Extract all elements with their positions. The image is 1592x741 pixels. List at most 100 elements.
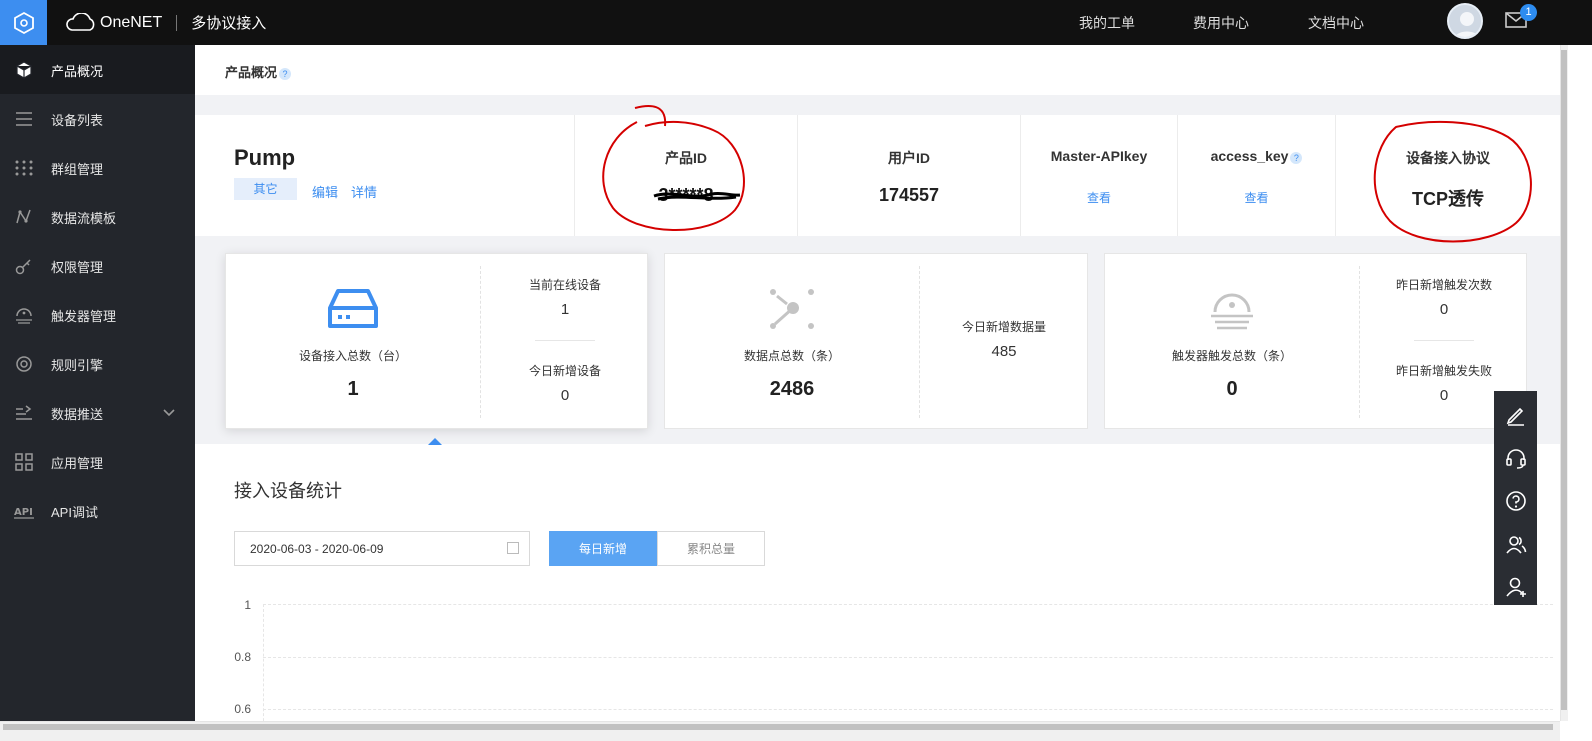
sidebar: 产品概况 设备列表 群组管理 数据流模板 权限管理 触发器管理 规则引擎 数据推… [0,45,195,741]
product-id-label: 产品ID [665,150,707,166]
user-avatar[interactable] [1447,3,1483,39]
trigger-icon [1211,293,1253,330]
date-range-picker[interactable]: 2020-06-03 - 2020-06-09 [234,531,530,566]
chart-gridline [263,604,1553,605]
nav-docs-center[interactable]: 文档中心 [1308,0,1364,45]
community-icon[interactable] [1505,533,1527,555]
datapoint-stats-card[interactable]: 数据点总数（条） 2486 今日新增数据量 485 [664,253,1088,429]
key-icon [15,259,31,275]
vertical-scrollbar-thumb[interactable] [1561,50,1567,710]
section-title: 多协议接入 [191,15,267,32]
total-devices-label: 设备接入总数（台） [298,349,407,363]
view-access-key-link[interactable]: 查看 [1178,189,1335,206]
sidebar-item-label: 权限管理 [51,260,104,275]
hexagon-logo-icon [13,11,34,34]
calendar-icon[interactable] [507,542,519,554]
sidebar-item-label: API调试 [51,505,98,520]
cube-icon [16,61,32,79]
access-key-label-text: access_key [1210,148,1289,164]
device-drive-icon [328,289,378,328]
list-icon [16,112,32,126]
edit-icon[interactable] [1505,404,1527,426]
protocol-value: TCP透传 [1412,189,1484,209]
edit-product-link[interactable]: 编辑 [312,182,338,201]
y-axis-tick: 1 [244,598,251,612]
sidebar-item-permission-management[interactable]: 权限管理 [0,241,195,290]
sidebar-item-product-overview[interactable]: 产品概况 [0,45,195,94]
product-id-value: 3*****8 [658,185,714,205]
date-range-value: 2020-06-03 - 2020-06-09 [250,542,384,556]
product-id-column: 产品ID 3*****8 [575,115,797,236]
page-title-text: 产品概况 [225,65,278,80]
yesterday-triggers-label: 昨日新增触发次数 [1395,278,1492,292]
daily-new-toggle[interactable]: 每日新增 [549,531,657,566]
floating-toolbar [1494,391,1537,605]
sidebar-item-label: 触发器管理 [51,309,117,324]
horizontal-scrollbar-thumb[interactable] [3,724,1553,730]
home-logo-button[interactable] [0,0,47,45]
new-data-today-value: 485 [991,343,1017,360]
sidebar-item-datastream-template[interactable]: 数据流模板 [0,192,195,241]
sidebar-item-app-management[interactable]: 应用管理 [0,437,195,486]
data-push-icon [16,405,32,420]
nav-my-tickets[interactable]: 我的工单 [1079,0,1135,45]
access-key-column: access_key? 查看 [1178,115,1335,236]
sidebar-item-label: 产品概况 [51,64,104,79]
device-stats-card[interactable]: 设备接入总数（台） 1 当前在线设备 1 今日新增设备 0 [225,253,648,429]
sidebar-item-trigger-management[interactable]: 触发器管理 [0,290,195,339]
y-axis-tick: 0.6 [234,702,251,716]
add-user-icon[interactable] [1505,576,1527,598]
master-apikey-column: Master-APIkey 查看 [1021,115,1177,236]
new-data-today-label: 今日新增数据量 [961,320,1046,334]
grid-dots-icon [15,160,33,176]
help-icon[interactable]: ? [279,68,292,80]
breadcrumb: 产品概况? [195,45,1560,95]
user-id-value: 174557 [878,185,940,205]
sidebar-item-label: 数据推送 [51,407,104,422]
section-gap [195,95,1560,115]
cumulative-total-toggle[interactable]: 累积总量 [657,531,765,566]
chart-gridline [263,709,1553,710]
mail-count-badge: 1 [1520,4,1537,21]
sidebar-item-rule-engine[interactable]: 规则引擎 [0,339,195,388]
sidebar-item-label: 群组管理 [51,162,104,177]
cloud-logo-icon [66,12,95,31]
master-apikey-label: Master-APIkey [1050,148,1148,164]
product-category-tag: 其它 [234,178,297,200]
sidebar-item-label: 设备列表 [51,113,104,128]
nav-billing-center[interactable]: 费用中心 [1193,0,1249,45]
datapoint-network-icon [770,289,814,329]
user-id-label: 用户ID [888,150,930,166]
api-icon: API [14,507,34,519]
dataflow-icon [16,209,31,224]
help-icon[interactable]: ? [1290,152,1303,164]
sidebar-item-api-debug[interactable]: API API调试 [0,486,195,535]
total-triggers-value: 0 [1226,378,1238,400]
product-name: Pump [234,145,296,170]
divider [535,340,595,341]
product-info-panel: Pump 其它 编辑 详情 产品ID 3*****8 用户ID 174557 M… [195,115,1560,236]
main-content: 产品概况? Pump 其它 编辑 详情 产品ID 3*****8 用户ID 17… [195,45,1560,741]
sidebar-item-label: 规则引擎 [51,358,104,373]
brand[interactable]: OneNET 多协议接入 [64,0,266,45]
new-devices-today-label: 今日新增设备 [528,364,601,378]
online-devices-label: 当前在线设备 [528,278,601,292]
page-title: 产品概况? [225,62,292,81]
view-master-apikey-link[interactable]: 查看 [1021,189,1177,206]
sidebar-item-group-management[interactable]: 群组管理 [0,143,195,192]
total-datapoints-value: 2486 [769,378,815,400]
total-devices-value: 1 [347,378,359,400]
trigger-stats-card[interactable]: 触发器触发总数（条） 0 昨日新增触发次数 0 昨日新增触发失败 0 [1104,253,1527,429]
product-detail-link[interactable]: 详情 [351,182,377,201]
headset-icon[interactable] [1505,447,1527,469]
help-circle-icon[interactable] [1505,490,1527,512]
divider [919,266,920,418]
selected-card-indicator [428,438,442,445]
sidebar-item-data-push[interactable]: 数据推送 [0,388,195,437]
brand-divider [176,14,178,31]
sidebar-item-device-list[interactable]: 设备列表 [0,94,195,143]
brand-name: OneNET [100,13,163,31]
total-datapoints-label: 数据点总数（条） [743,349,840,363]
yesterday-triggers-value: 0 [1439,301,1449,318]
chevron-down-icon[interactable] [162,406,176,420]
